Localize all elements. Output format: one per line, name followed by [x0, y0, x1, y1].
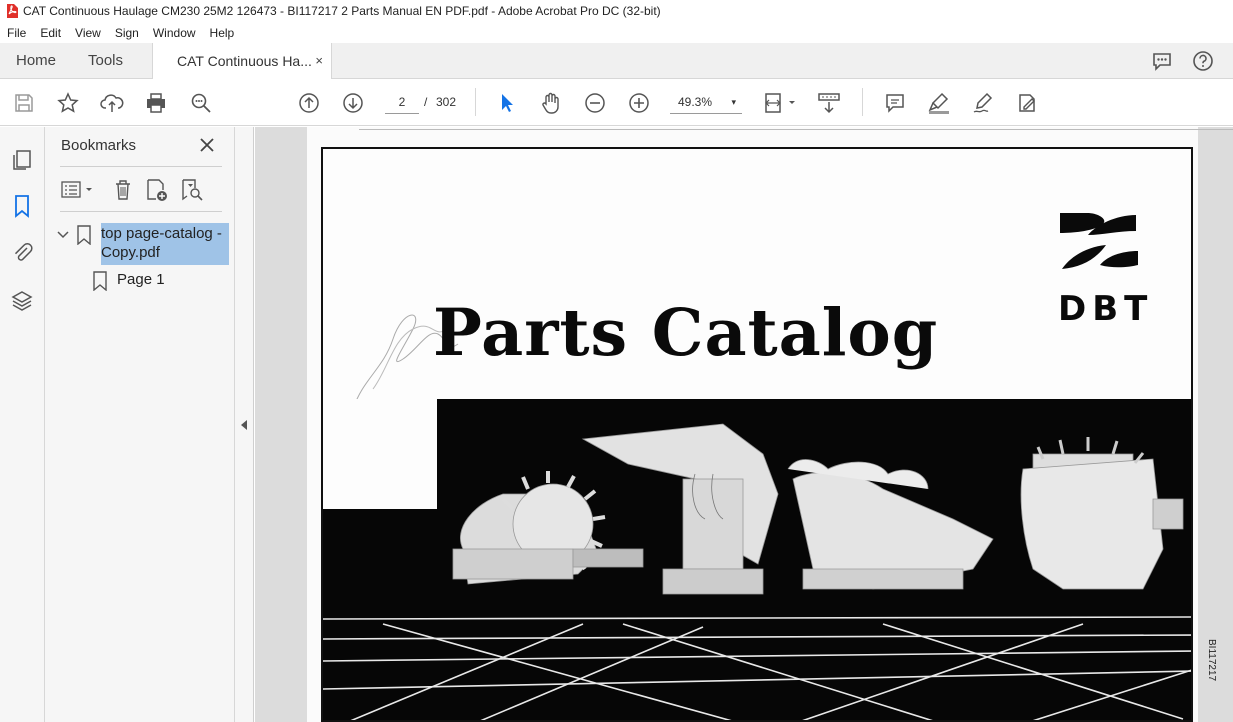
- comment-icon[interactable]: [883, 91, 907, 115]
- bookmark-item-label: top page-catalog -: [101, 225, 222, 242]
- print-icon[interactable]: [144, 91, 168, 115]
- draw-sign-icon[interactable]: [971, 91, 995, 115]
- main-toolbar: [0, 79, 1233, 126]
- document-title: Parts Catalog: [433, 295, 939, 371]
- catalog-cover: DBT Parts Catalog: [321, 147, 1193, 722]
- find-bookmark-icon[interactable]: [179, 177, 205, 203]
- scroll-mode-icon[interactable]: [817, 91, 841, 115]
- tab-close-icon[interactable]: ×: [315, 43, 323, 79]
- zoom-value: 49.3%: [678, 95, 713, 109]
- fit-page-icon[interactable]: [762, 91, 798, 115]
- document-code: BI117217: [1206, 639, 1217, 682]
- highlight-pen-icon[interactable]: [927, 91, 951, 115]
- collapse-arrow-icon[interactable]: [241, 420, 247, 430]
- comment-bubble-icon[interactable]: [1151, 50, 1173, 72]
- window-title: CAT Continuous Haulage CM230 25M2 126473…: [23, 4, 661, 18]
- page-down-icon[interactable]: [341, 91, 365, 115]
- upload-cloud-icon[interactable]: [100, 91, 124, 115]
- hand-tool-icon[interactable]: [539, 91, 563, 115]
- toolbar-divider: [475, 88, 476, 116]
- zoom-out-icon[interactable]: [583, 91, 607, 115]
- find-zoom-icon[interactable]: [189, 91, 213, 115]
- acrobat-logo-icon: [7, 4, 18, 18]
- close-icon[interactable]: [197, 135, 217, 155]
- bookmark-item-label: Copy.pdf: [101, 244, 160, 261]
- delete-bookmark-icon[interactable]: [110, 177, 136, 203]
- chevron-down-icon: ▾: [731, 97, 736, 107]
- page-total: 302: [436, 95, 457, 109]
- chevron-down-icon[interactable]: [56, 228, 70, 242]
- bookmark-item-top-page-catalog[interactable]: top page-catalog - Copy.pdf: [101, 223, 229, 265]
- bookmarks-icon[interactable]: [10, 194, 34, 218]
- panel-splitter[interactable]: [235, 127, 254, 722]
- attachments-icon[interactable]: [10, 241, 34, 265]
- menu-bar: File Edit View Sign Window Help: [0, 22, 1233, 43]
- toolbar-divider: [862, 88, 863, 116]
- new-bookmark-icon[interactable]: [144, 177, 170, 203]
- help-icon[interactable]: [1192, 50, 1214, 72]
- panel-divider: [60, 211, 222, 212]
- menu-sign[interactable]: Sign: [108, 26, 146, 40]
- dbt-logo-text: DBT: [1058, 289, 1154, 329]
- save-icon[interactable]: [12, 91, 36, 115]
- page-separator: /: [424, 95, 428, 109]
- select-cursor-icon[interactable]: [495, 91, 519, 115]
- dbt-logo-icon: [1060, 213, 1138, 269]
- tab-document-label: CAT Continuous Ha...: [177, 53, 312, 69]
- zoom-select[interactable]: 49.3% ▾: [670, 90, 742, 114]
- bookmark-icon: [77, 225, 91, 245]
- bookmarks-panel: Bookmarks top page-catalog - Copy.pdf Pa…: [45, 127, 235, 722]
- bookmark-star-icon[interactable]: [56, 91, 80, 115]
- menu-help[interactable]: Help: [203, 26, 242, 40]
- page-number-input[interactable]: 2: [385, 90, 419, 114]
- page-up-icon[interactable]: [297, 91, 321, 115]
- menu-window[interactable]: Window: [146, 26, 203, 40]
- fill-sign-icon[interactable]: [1015, 91, 1039, 115]
- bookmark-options-icon[interactable]: [60, 177, 96, 203]
- page-edge: [359, 129, 1233, 130]
- bookmark-icon: [93, 271, 107, 291]
- tab-document[interactable]: CAT Continuous Ha... ×: [152, 43, 332, 80]
- document-viewer[interactable]: DBT Parts Catalog BI117217: [255, 127, 1233, 722]
- page-thumbnails-icon[interactable]: [10, 148, 34, 172]
- menu-view[interactable]: View: [68, 26, 108, 40]
- machines-photo: [323, 399, 1191, 720]
- bookmarks-panel-title: Bookmarks: [61, 137, 137, 154]
- navigation-rail: [0, 127, 45, 722]
- window-titlebar: CAT Continuous Haulage CM230 25M2 126473…: [0, 0, 1233, 22]
- zoom-in-icon[interactable]: [627, 91, 651, 115]
- menu-edit[interactable]: Edit: [33, 26, 68, 40]
- tab-tools[interactable]: Tools: [88, 43, 123, 79]
- panel-divider: [60, 166, 222, 167]
- layers-icon[interactable]: [10, 289, 34, 313]
- tab-bar: Home Tools CAT Continuous Ha... ×: [0, 43, 1233, 80]
- menu-file[interactable]: File: [0, 26, 33, 40]
- tab-home[interactable]: Home: [16, 43, 56, 79]
- bookmark-item-page-1[interactable]: Page 1: [117, 271, 165, 288]
